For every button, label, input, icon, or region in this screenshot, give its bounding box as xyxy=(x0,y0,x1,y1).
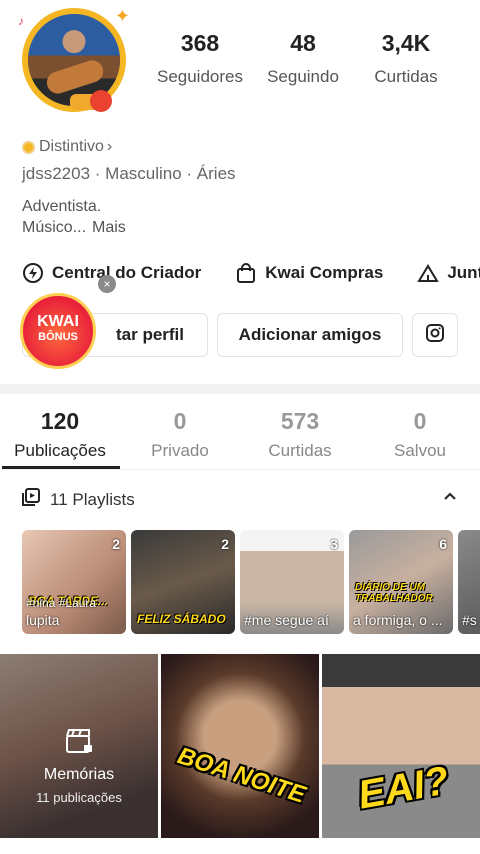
shopping-bag-icon xyxy=(235,262,257,284)
stat-likes[interactable]: 3,4K Curtidas xyxy=(368,30,444,87)
stat-following[interactable]: 48 Seguindo xyxy=(262,30,344,87)
tab-saved[interactable]: 0 Salvou xyxy=(360,408,480,461)
add-friends-label: Adicionar amigos xyxy=(238,325,382,344)
music-note-icon: ♪ xyxy=(18,14,24,28)
kwai-shopping-shortcut[interactable]: Kwai Compras xyxy=(235,262,383,284)
bio-line-1: Adventista. xyxy=(22,198,102,215)
playlist-subcaption: #nina #Laura xyxy=(26,596,97,610)
memories-tile[interactable]: Memórias 11 publicações xyxy=(0,654,158,838)
playlist-caption: #s xyxy=(462,612,477,628)
memories-count: 11 publicações xyxy=(36,790,122,805)
video-thumbnail[interactable]: BOA NOITE xyxy=(161,654,319,838)
stat-followers-value: 368 xyxy=(180,30,220,56)
sparkle-icon: ✦ xyxy=(114,6,130,26)
tab-posts-count: 120 xyxy=(40,408,80,434)
tab-posts[interactable]: 120 Publicações xyxy=(0,408,120,461)
video-sticker: BOA NOITE xyxy=(174,742,309,809)
collapse-chevron-icon[interactable] xyxy=(442,488,458,509)
tab-private[interactable]: 0 Privado xyxy=(120,408,240,461)
tent-icon xyxy=(417,262,440,284)
playlist-card[interactable]: 3 #me segue aí xyxy=(240,530,344,634)
bonus-line-2: BÔNUS xyxy=(38,331,78,343)
bolt-icon xyxy=(22,262,44,284)
playlist-card[interactable]: #s xyxy=(458,530,480,634)
instagram-button[interactable] xyxy=(412,313,458,357)
profile-info: jdss2203 · Masculino · Áries xyxy=(22,164,236,183)
kwai-bonus-widget[interactable]: KWAI BÔNUS xyxy=(20,293,96,369)
playlist-caption: lupita xyxy=(26,612,60,628)
tab-saved-label: Salvou xyxy=(394,441,446,460)
memories-title: Memórias xyxy=(43,766,115,783)
chevron-right-icon: › xyxy=(106,138,113,155)
playlist-sticker: FELIZ SÁBADO xyxy=(137,612,226,626)
instagram-icon xyxy=(425,323,445,348)
close-icon[interactable]: × xyxy=(98,275,116,293)
camera-badge-icon xyxy=(90,90,112,112)
add-friends-button[interactable]: Adicionar amigos xyxy=(217,313,403,357)
video-thumbnail[interactable]: EAI? xyxy=(322,654,480,838)
tab-private-label: Privado xyxy=(151,441,209,460)
playlist-card[interactable]: 6 DIÁRIO DE UM TRABALHADOR a formiga, o … xyxy=(349,530,453,634)
together-shortcut[interactable]: Junt xyxy=(417,262,480,284)
tab-saved-count: 0 xyxy=(413,408,427,434)
tabs-divider xyxy=(0,469,480,470)
profile-bio: Adventista. Músico... Mais xyxy=(22,196,126,238)
playlists-title: 11 Playlists xyxy=(50,489,135,509)
bonus-line-1: KWAI xyxy=(37,313,79,330)
playlist-count: 3 xyxy=(330,536,338,552)
clapperboard-icon xyxy=(64,726,94,761)
tab-private-count: 0 xyxy=(173,408,187,434)
badge-icon xyxy=(22,140,35,154)
stat-followers[interactable]: 368 Seguidores xyxy=(155,30,245,87)
stat-likes-value: 3,4K xyxy=(381,30,431,56)
stat-likes-label: Curtidas xyxy=(374,67,438,86)
bio-line-2: Músico... xyxy=(22,219,87,236)
playlist-count: 2 xyxy=(112,536,120,552)
playlist-sticker: DIÁRIO DE UM TRABALHADOR xyxy=(355,582,433,604)
playlist-card[interactable]: 2 FELIZ SÁBADO xyxy=(131,530,235,634)
playlist-card[interactable]: 2 BOA TARDE... #nina #Laura lupita xyxy=(22,530,126,634)
stat-following-label: Seguindo xyxy=(267,67,339,86)
bio-more-link[interactable]: Mais xyxy=(92,219,126,236)
video-sticker: EAI? xyxy=(354,758,453,818)
tab-likes-label: Curtidas xyxy=(268,441,332,460)
stat-followers-label: Seguidores xyxy=(156,67,243,86)
tab-likes-count: 573 xyxy=(280,408,320,434)
badge-label: Distintivo xyxy=(39,138,104,155)
creator-center-label: Central do Criador xyxy=(52,263,202,282)
playlist-caption: a formiga, o ... xyxy=(353,612,443,628)
distinctive-badge-link[interactable]: Distintivo › xyxy=(22,138,112,156)
playlist-caption: #me segue aí xyxy=(244,612,329,628)
tab-likes[interactable]: 573 Curtidas xyxy=(240,408,360,461)
together-label: Junt xyxy=(447,263,480,282)
shortcuts-row: Central do Criador Kwai Compras Junt xyxy=(22,262,480,284)
playlists-header[interactable]: 11 Playlists xyxy=(22,488,135,511)
tab-posts-label: Publicações xyxy=(14,441,106,460)
profile-avatar[interactable]: ♪ ✦ xyxy=(18,4,130,116)
playlist-count: 6 xyxy=(439,536,447,552)
section-divider xyxy=(0,384,480,394)
edit-profile-label: tar perfil xyxy=(115,325,185,344)
playlist-count: 2 xyxy=(221,536,229,552)
stat-following-value: 48 xyxy=(290,30,316,56)
bottom-nav-strip xyxy=(0,838,480,854)
kwai-shopping-label: Kwai Compras xyxy=(265,263,384,282)
playlist-icon xyxy=(22,488,40,511)
